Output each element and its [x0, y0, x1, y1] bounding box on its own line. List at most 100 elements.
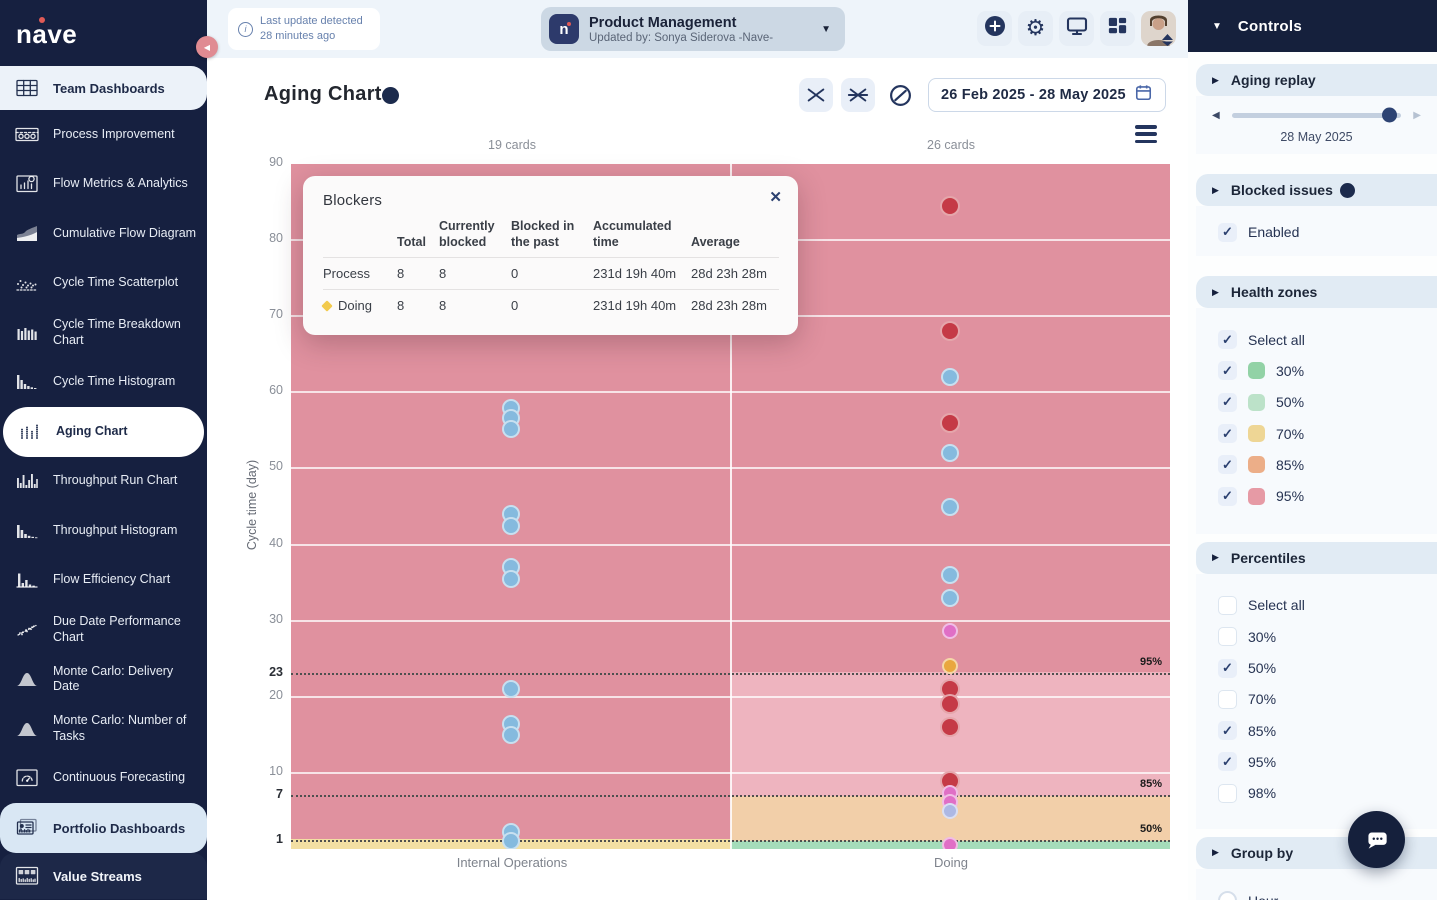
checkbox[interactable]	[1218, 361, 1237, 380]
chart-dot[interactable]	[502, 680, 520, 698]
sidebar-item-cumulative-flow-diagram[interactable]: Cumulative Flow Diagram	[0, 209, 207, 259]
add-button[interactable]	[977, 11, 1012, 46]
section-percentiles[interactable]: Percentiles	[1196, 542, 1437, 574]
popup-column-header	[323, 219, 397, 258]
chart-dot[interactable]	[502, 726, 520, 744]
percentile-line	[291, 795, 1170, 797]
option-label: Select all	[1248, 597, 1305, 613]
user-avatar[interactable]	[1141, 11, 1176, 46]
checkbox[interactable]	[1218, 424, 1237, 443]
sidebar-item-throughput-histogram[interactable]: Throughput Histogram	[0, 506, 207, 556]
slider-step-back[interactable]	[1212, 110, 1220, 121]
sidebar-item-label: Cumulative Flow Diagram	[53, 226, 196, 242]
apps-button[interactable]	[1100, 11, 1135, 46]
chart-dot[interactable]	[941, 498, 959, 516]
sidebar-section-team-dashboards[interactable]: Team Dashboards	[0, 66, 207, 110]
sidebar-item-cycle-time-histogram[interactable]: Cycle Time Histogram	[0, 358, 207, 408]
slider-step-forward[interactable]	[1413, 110, 1421, 121]
sidebar-item-flow-metrics-analytics[interactable]: Flow Metrics & Analytics	[0, 160, 207, 210]
sidebar-item-throughput-run-chart[interactable]: Throughput Run Chart	[0, 457, 207, 507]
chevron-right-icon	[1212, 75, 1219, 86]
sidebar-item-aging-chart[interactable]: Aging Chart	[3, 407, 204, 457]
zone-color-swatch	[1248, 394, 1265, 411]
chart-dot[interactable]	[941, 589, 959, 607]
section-aging-replay[interactable]: Aging replay	[1196, 64, 1437, 96]
settings-button[interactable]: ⚙	[1018, 11, 1053, 46]
info-icon[interactable]	[382, 87, 399, 104]
option-label: Select all	[1248, 332, 1305, 348]
sidebar-item-label: Due Date Performance Chart	[53, 614, 199, 645]
sidebar-item-monte-carlo-number-of-tasks[interactable]: Monte Carlo: Number of Tasks	[0, 704, 207, 754]
checkbox[interactable]	[1218, 487, 1237, 506]
sidebar-item-flow-efficiency-chart[interactable]: Flow Efficiency Chart	[0, 556, 207, 606]
close-icon[interactable]	[769, 188, 782, 206]
list-item: 85%	[1196, 449, 1437, 480]
nave-logo: nave	[0, 0, 207, 66]
checkbox[interactable]	[1218, 393, 1237, 412]
aging-replay-slider[interactable]	[1232, 113, 1402, 118]
chart-dot[interactable]	[502, 570, 520, 588]
x-axis-label: Internal Operations	[392, 855, 632, 870]
cycle-histogram-icon	[12, 370, 42, 394]
chart-dot[interactable]	[502, 517, 520, 535]
board-selector[interactable]: n Product Management Updated by: Sonya S…	[541, 7, 845, 51]
sidebar-section-portfolio-dashboards[interactable]: Portfolio Dashboards	[0, 803, 207, 853]
checkbox[interactable]	[1218, 784, 1237, 803]
chart-dot[interactable]	[942, 623, 958, 639]
section-blocked-issues[interactable]: Blocked issues	[1196, 174, 1437, 206]
y-tick-percentile: 23	[227, 665, 283, 679]
list-item: 85%	[1196, 715, 1437, 746]
sidebar-item-value-streams[interactable]: Value Streams	[0, 853, 207, 899]
dashboard-grid-icon	[12, 76, 42, 100]
sidebar-item-monte-carlo-delivery-date[interactable]: Monte Carlo: Delivery Date	[0, 655, 207, 705]
slider-thumb[interactable]	[1382, 108, 1397, 123]
display-button[interactable]	[1059, 11, 1094, 46]
chart-dot[interactable]	[502, 832, 520, 849]
y-tick: 40	[227, 536, 283, 550]
percentile-line	[291, 840, 1170, 842]
info-icon[interactable]	[1340, 183, 1355, 198]
sidebar-item-continuous-forecasting[interactable]: Continuous Forecasting	[0, 754, 207, 804]
health-zones-body: Select all30%50%70%85%95%	[1196, 308, 1437, 534]
trendlines-icon	[805, 84, 827, 106]
trendlines-button[interactable]	[799, 78, 833, 112]
sidebar-item-cycle-time-scatterplot[interactable]: Cycle Time Scatterplot	[0, 259, 207, 309]
table-row: Process880231d 19h 40m28d 23h 28m	[323, 258, 779, 290]
checkbox[interactable]	[1218, 223, 1237, 242]
sidebar-item-due-date-performance-chart[interactable]: Due Date Performance Chart	[0, 605, 207, 655]
disable-button[interactable]	[883, 78, 917, 112]
controls-header[interactable]: Controls	[1188, 0, 1437, 52]
run-chart-icon	[12, 469, 42, 493]
trendlines-off-button[interactable]	[841, 78, 875, 112]
chart-dot[interactable]	[502, 420, 520, 438]
sidebar-collapse-button[interactable]	[196, 36, 218, 58]
add-icon	[983, 14, 1007, 43]
zone-color-swatch	[1248, 488, 1265, 505]
checkbox[interactable]	[1218, 330, 1237, 349]
checkbox[interactable]	[1218, 752, 1237, 771]
checkbox[interactable]	[1218, 659, 1237, 678]
checkbox[interactable]	[1218, 596, 1237, 615]
sidebar-item-process-improvement[interactable]: Process Improvement	[0, 110, 207, 160]
chart-dot[interactable]	[942, 837, 958, 849]
date-range-picker[interactable]: 26 Feb 2025 - 28 May 2025	[928, 78, 1166, 112]
percentiles-body: Select all30%50%70%85%95%98%	[1196, 574, 1437, 829]
radio-button[interactable]	[1218, 891, 1237, 900]
sidebar-item-label: Monte Carlo: Delivery Date	[53, 664, 199, 695]
checkbox[interactable]	[1218, 690, 1237, 709]
section-health-zones[interactable]: Health zones	[1196, 276, 1437, 308]
checkbox[interactable]	[1218, 455, 1237, 474]
option-label: 50%	[1248, 660, 1276, 676]
list-item: 50%	[1196, 387, 1437, 418]
menu-icon[interactable]	[1133, 124, 1159, 144]
sidebar: nave Team Dashboards Process Improvement…	[0, 0, 207, 900]
checkbox[interactable]	[1218, 627, 1237, 646]
chart-dot[interactable]	[940, 413, 960, 433]
last-update-line1: Last update detected	[260, 15, 363, 27]
sidebar-item-cycle-time-breakdown-chart[interactable]: Cycle Time Breakdown Chart	[0, 308, 207, 358]
checkbox[interactable]	[1218, 721, 1237, 740]
chat-button[interactable]	[1348, 811, 1405, 868]
popup-column-header: Blocked in the past	[511, 219, 593, 258]
chevron-right-icon	[1212, 185, 1219, 196]
sidebar-item-label: Throughput Run Chart	[53, 473, 177, 489]
